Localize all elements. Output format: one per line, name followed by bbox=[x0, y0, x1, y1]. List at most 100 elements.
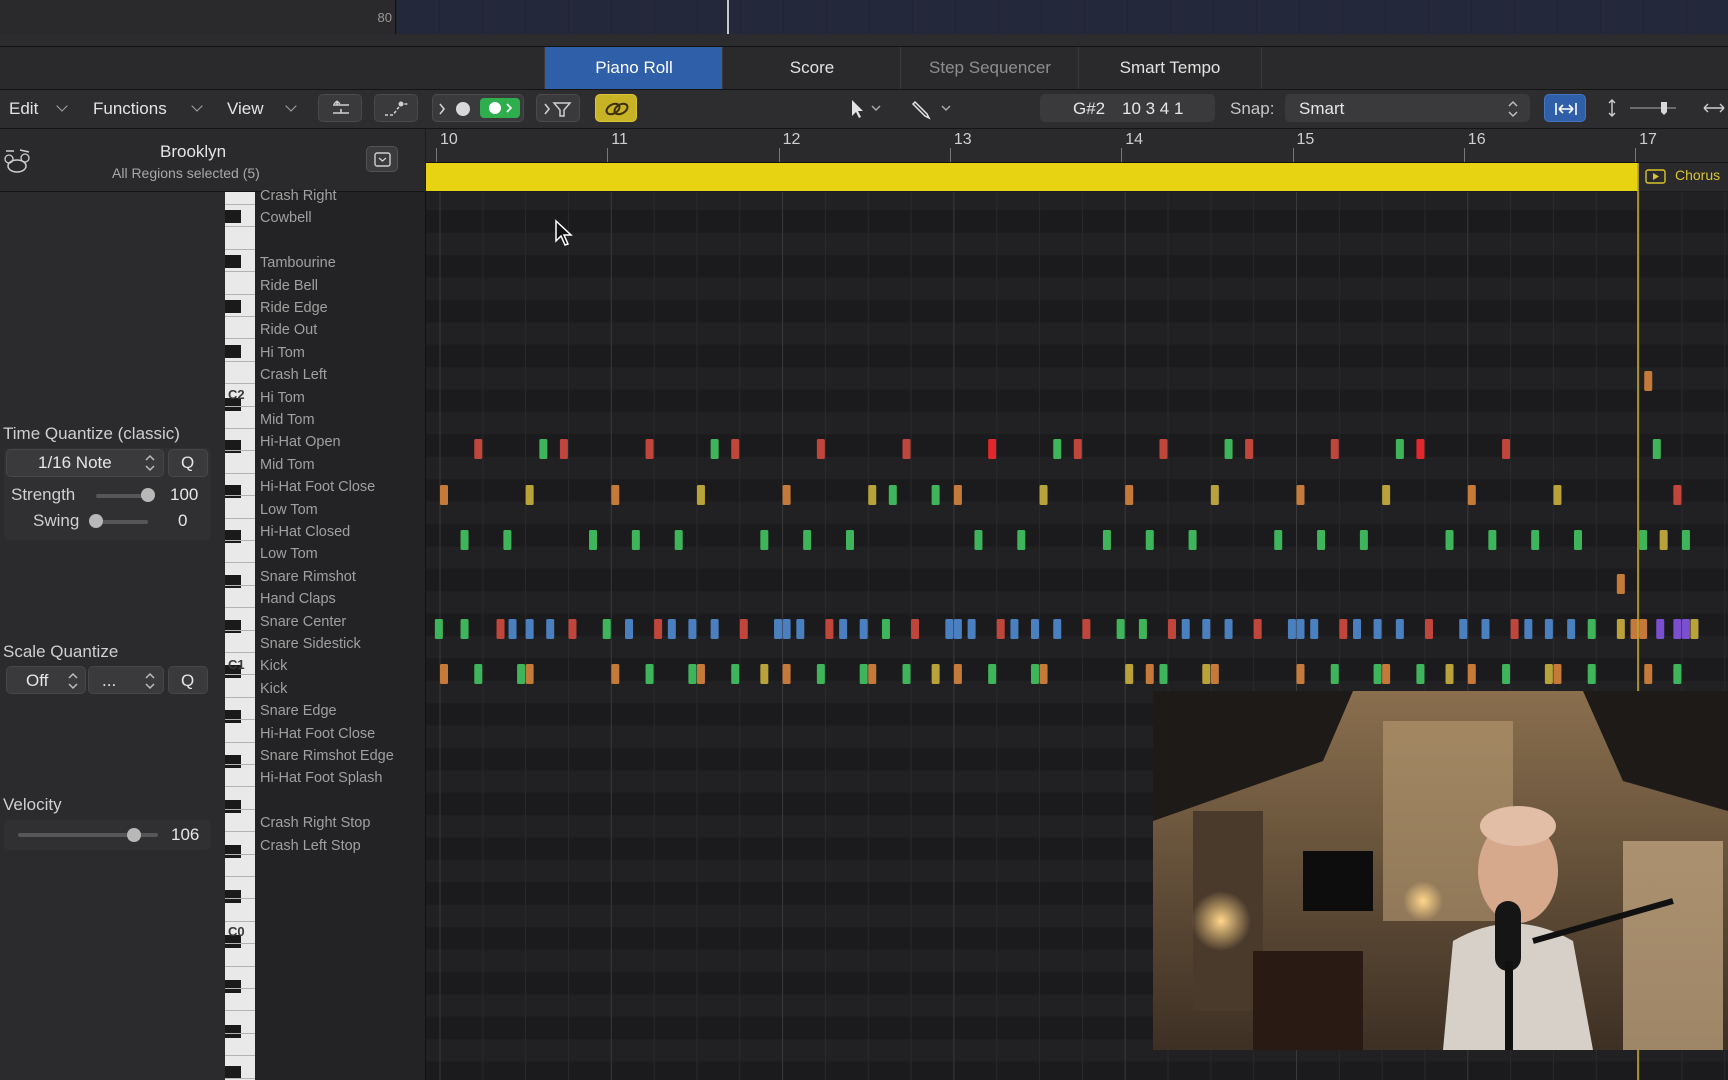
tab-step-sequencer[interactable]: Step Sequencer bbox=[900, 47, 1079, 89]
black-key[interactable] bbox=[225, 755, 241, 768]
midi-note[interactable] bbox=[1373, 619, 1382, 639]
midi-note[interactable] bbox=[953, 664, 962, 684]
midi-note[interactable] bbox=[760, 664, 769, 684]
midi-note[interactable] bbox=[782, 619, 791, 639]
midi-note[interactable] bbox=[1690, 619, 1699, 639]
midi-note[interactable] bbox=[902, 664, 911, 684]
midi-note[interactable] bbox=[667, 619, 676, 639]
midi-note[interactable] bbox=[774, 619, 783, 639]
midi-note[interactable] bbox=[568, 619, 577, 639]
midi-note[interactable] bbox=[1510, 619, 1519, 639]
midi-note[interactable] bbox=[1253, 619, 1262, 639]
black-key[interactable] bbox=[225, 800, 241, 813]
midi-note[interactable] bbox=[1424, 619, 1433, 639]
midi-note[interactable] bbox=[1073, 439, 1082, 459]
midi-note[interactable] bbox=[589, 530, 598, 550]
midi-note[interactable] bbox=[1445, 664, 1454, 684]
midi-note[interactable] bbox=[881, 619, 890, 639]
midi-note[interactable] bbox=[1382, 664, 1391, 684]
midi-note[interactable] bbox=[1395, 439, 1404, 459]
midi-note[interactable] bbox=[508, 619, 517, 639]
midi-note[interactable] bbox=[1488, 530, 1497, 550]
midi-note[interactable] bbox=[1587, 619, 1596, 639]
midi-note[interactable] bbox=[1587, 664, 1596, 684]
midi-note[interactable] bbox=[539, 439, 548, 459]
midi-note[interactable] bbox=[1102, 530, 1111, 550]
midi-note[interactable] bbox=[645, 439, 654, 459]
midi-note[interactable] bbox=[1639, 530, 1648, 550]
midi-note[interactable] bbox=[474, 664, 483, 684]
black-key[interactable] bbox=[225, 620, 241, 633]
midi-in-button[interactable] bbox=[432, 94, 524, 122]
midi-note[interactable] bbox=[1159, 439, 1168, 459]
midi-note[interactable] bbox=[1673, 485, 1682, 505]
midi-note[interactable] bbox=[1296, 664, 1305, 684]
midi-note[interactable] bbox=[1330, 439, 1339, 459]
midi-note[interactable] bbox=[1673, 664, 1682, 684]
midi-note[interactable] bbox=[1053, 619, 1062, 639]
midi-note[interactable] bbox=[1416, 439, 1425, 459]
midi-note[interactable] bbox=[902, 439, 911, 459]
midi-note[interactable] bbox=[1567, 619, 1576, 639]
midi-note[interactable] bbox=[1481, 619, 1490, 639]
midi-note[interactable] bbox=[1644, 664, 1653, 684]
midi-note[interactable] bbox=[1010, 619, 1019, 639]
midi-note[interactable] bbox=[625, 619, 634, 639]
black-key[interactable] bbox=[225, 300, 241, 313]
midi-note[interactable] bbox=[1544, 619, 1553, 639]
midi-note[interactable] bbox=[1574, 530, 1583, 550]
midi-note[interactable] bbox=[1202, 664, 1211, 684]
midi-note[interactable] bbox=[1416, 664, 1425, 684]
midi-note[interactable] bbox=[1245, 439, 1254, 459]
midi-note[interactable] bbox=[1296, 619, 1305, 639]
midi-note[interactable] bbox=[1616, 574, 1625, 594]
collapse-mode-button[interactable] bbox=[318, 94, 362, 122]
midi-note[interactable] bbox=[688, 619, 697, 639]
midi-note[interactable] bbox=[859, 664, 868, 684]
midi-note[interactable] bbox=[1030, 619, 1039, 639]
midi-note[interactable] bbox=[611, 664, 620, 684]
black-key[interactable] bbox=[225, 255, 241, 268]
midi-note[interactable] bbox=[1310, 619, 1319, 639]
midi-note[interactable] bbox=[611, 485, 620, 505]
black-key[interactable] bbox=[225, 980, 241, 993]
midi-note[interactable] bbox=[1224, 439, 1233, 459]
midi-note[interactable] bbox=[1188, 530, 1197, 550]
midi-note[interactable] bbox=[782, 664, 791, 684]
strength-slider-knob[interactable] bbox=[141, 488, 155, 502]
black-key[interactable] bbox=[225, 345, 241, 358]
midi-note[interactable] bbox=[1030, 664, 1039, 684]
midi-note[interactable] bbox=[474, 439, 483, 459]
menu-view[interactable]: View bbox=[227, 99, 264, 119]
midi-note[interactable] bbox=[988, 439, 997, 459]
midi-note[interactable] bbox=[1159, 664, 1168, 684]
midi-note[interactable] bbox=[559, 439, 568, 459]
midi-note[interactable] bbox=[440, 664, 448, 684]
midi-note[interactable] bbox=[1125, 485, 1134, 505]
midi-note[interactable] bbox=[1395, 619, 1404, 639]
catch-button[interactable] bbox=[536, 94, 580, 122]
midi-note[interactable] bbox=[696, 664, 705, 684]
midi-note[interactable] bbox=[1039, 664, 1048, 684]
midi-note[interactable] bbox=[974, 530, 983, 550]
midi-note[interactable] bbox=[816, 439, 825, 459]
black-key[interactable] bbox=[225, 440, 241, 453]
midi-note[interactable] bbox=[1053, 439, 1062, 459]
pencil-tool-menu[interactable] bbox=[905, 94, 955, 122]
midi-note[interactable] bbox=[859, 619, 868, 639]
midi-note[interactable] bbox=[1224, 619, 1233, 639]
midi-note[interactable] bbox=[1039, 485, 1048, 505]
midi-note[interactable] bbox=[496, 619, 505, 639]
midi-note[interactable] bbox=[1524, 619, 1533, 639]
midi-out-toggle[interactable] bbox=[480, 98, 520, 118]
tab-piano-roll[interactable]: Piano Roll bbox=[544, 47, 723, 89]
automation-button[interactable] bbox=[374, 94, 418, 122]
midi-note[interactable] bbox=[731, 664, 740, 684]
midi-note[interactable] bbox=[803, 530, 812, 550]
midi-note[interactable] bbox=[503, 530, 512, 550]
midi-note[interactable] bbox=[1553, 664, 1562, 684]
black-key[interactable] bbox=[225, 530, 241, 543]
midi-note[interactable] bbox=[1553, 485, 1562, 505]
black-key[interactable] bbox=[225, 890, 241, 903]
midi-note[interactable] bbox=[1644, 371, 1653, 391]
